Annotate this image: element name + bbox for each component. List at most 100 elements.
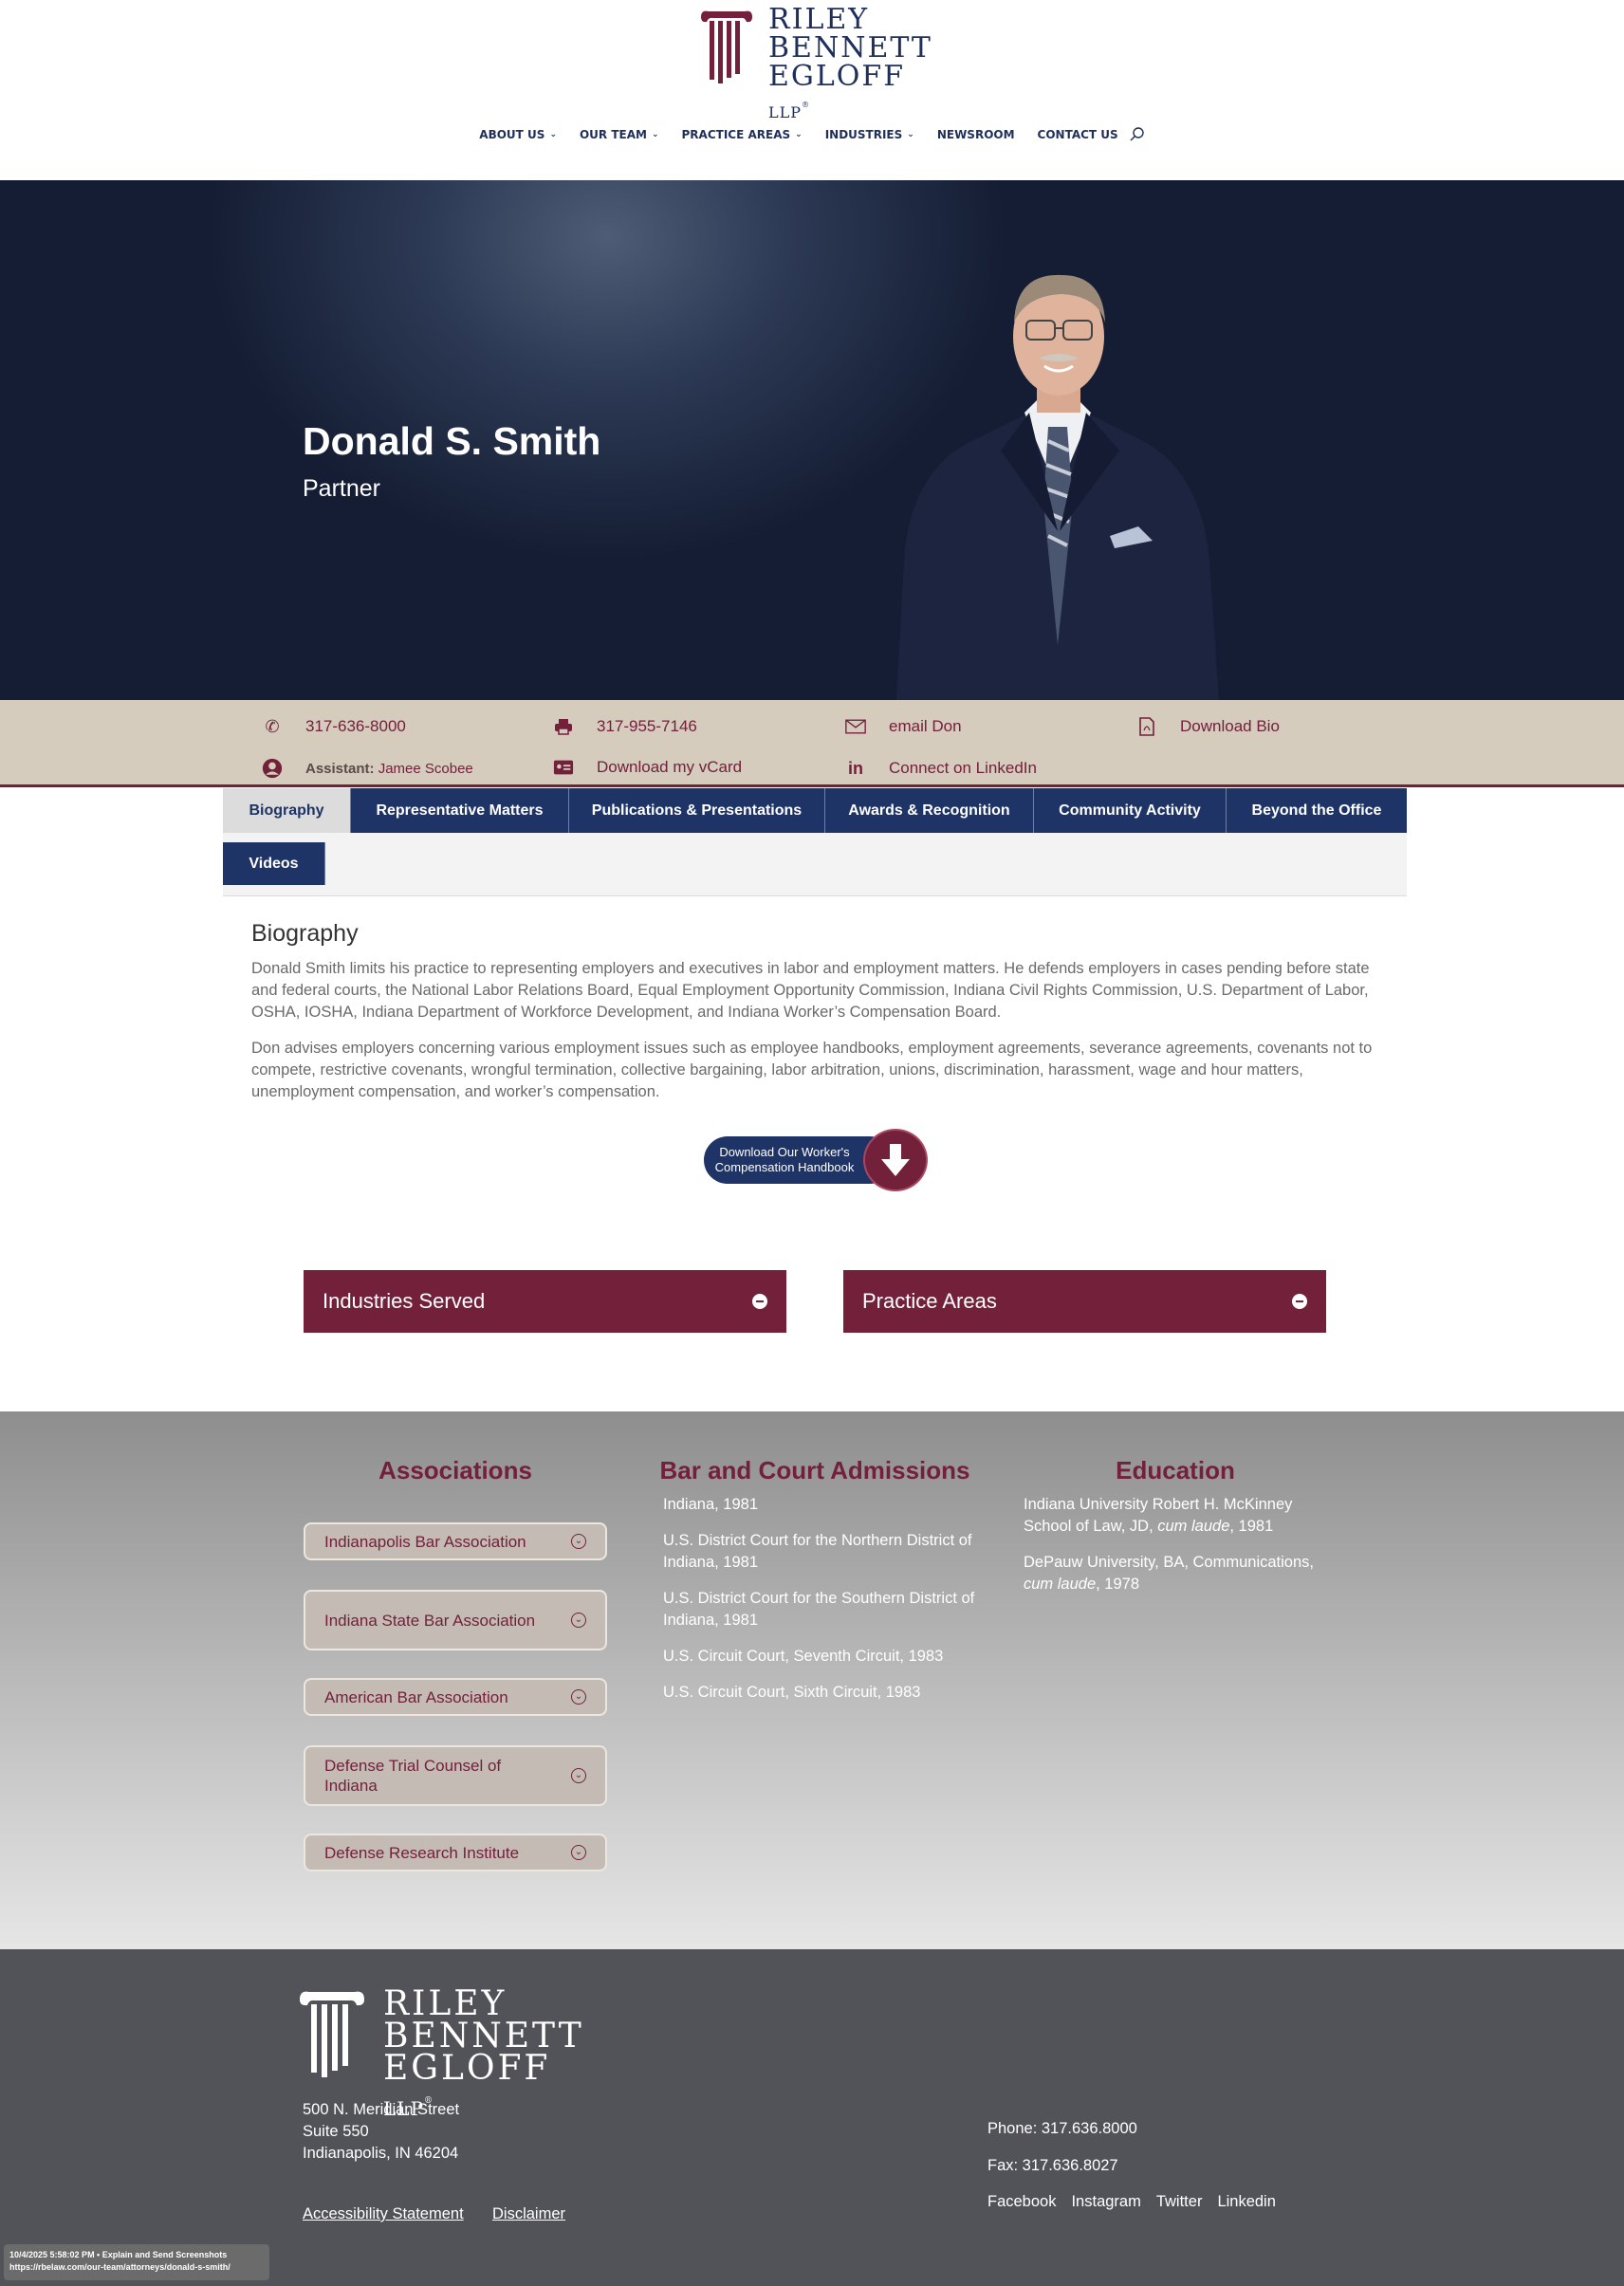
association-label: Defense Trial Counsel of Indiana: [324, 1757, 502, 1795]
tab-videos[interactable]: Videos: [223, 842, 325, 885]
address-line-2: Suite 550: [303, 2123, 369, 2140]
admissions-heading: Bar and Court Admissions: [659, 1456, 970, 1484]
tab-publications[interactable]: Publications & Presentations: [569, 788, 825, 833]
linkedin-icon: in: [848, 758, 863, 778]
biography-heading: Biography: [251, 920, 359, 947]
hero-banner: Donald S. Smith Partner: [0, 180, 1624, 700]
tab-community-activity[interactable]: Community Activity: [1034, 788, 1227, 833]
chevron-down-icon: ⌄: [907, 130, 914, 139]
handbook-line-1: Download Our Worker's: [719, 1145, 850, 1159]
pdf-file-icon: [1136, 716, 1157, 737]
tab-awards[interactable]: Awards & Recognition: [825, 788, 1034, 833]
accessibility-statement-link[interactable]: Accessibility Statement: [303, 2203, 464, 2225]
main-nav: ABOUT US ⌄ OUR TEAM ⌄ PRACTICE AREAS ⌄ INDU…: [0, 124, 1624, 145]
disclaimer-link[interactable]: Disclaimer: [492, 2203, 565, 2225]
admission-item: Indiana, 1981: [663, 1496, 759, 1513]
search-button[interactable]: [1130, 124, 1156, 145]
chevron-circle-icon: ⌄: [571, 1845, 586, 1860]
practice-areas-label: Practice Areas: [862, 1289, 997, 1313]
education-heading: Education: [1116, 1456, 1235, 1484]
footer-phone[interactable]: Phone: 317.636.8000: [987, 2118, 1137, 2140]
nav-label: NEWSROOM: [936, 128, 1015, 141]
tab-beyond-office[interactable]: Beyond the Office: [1227, 788, 1407, 833]
nav-newsroom[interactable]: NEWSROOM: [926, 124, 1026, 145]
minus-circle-icon: [1292, 1294, 1307, 1309]
practice-areas-toggle[interactable]: Practice Areas: [843, 1270, 1326, 1333]
email-link[interactable]: email Don: [845, 716, 962, 737]
linkedin-link[interactable]: in Connect on LinkedIn: [845, 758, 1037, 779]
search-icon: [1130, 127, 1144, 141]
association-item[interactable]: Indiana State Bar Association ⌄: [304, 1590, 607, 1650]
chevron-down-icon: ⌄: [795, 130, 803, 139]
association-label: American Bar Association: [324, 1687, 508, 1706]
email-text: email Don: [889, 717, 962, 735]
screenshot-stamp: 10/4/2025 5:58:02 PM • Explain and Send …: [4, 2244, 269, 2280]
biography-paragraph-2: Don advises employers concerning various…: [251, 1040, 1373, 1100]
attorney-name: Donald S. Smith: [303, 419, 601, 463]
user-circle-icon: [262, 758, 283, 779]
association-item[interactable]: American Bar Association ⌄: [304, 1678, 607, 1716]
social-links: Facebook Instagram Twitter Linkedin: [987, 2191, 1291, 2213]
association-item[interactable]: Defense Trial Counsel of Indiana ⌄: [304, 1745, 607, 1806]
nav-practice-areas[interactable]: PRACTICE AREAS ⌄: [671, 124, 814, 145]
phone-link[interactable]: ✆ 317-636-8000: [262, 716, 406, 737]
chevron-circle-icon: ⌄: [571, 1689, 586, 1705]
download-arrow-icon: [863, 1129, 928, 1191]
assistant-name[interactable]: Jamee Scobee: [378, 761, 473, 777]
chevron-down-icon: ⌄: [651, 130, 659, 139]
phone-icon: ✆: [265, 716, 280, 736]
education-text: DePauw University, BA, Communications,: [1024, 1554, 1314, 1571]
fax-number: 317-955-7146: [553, 716, 697, 737]
facebook-link[interactable]: Facebook: [987, 2193, 1056, 2210]
association-item[interactable]: Defense Research Institute ⌄: [304, 1834, 607, 1871]
download-bio-link[interactable]: Download Bio: [1136, 716, 1280, 737]
nav-industries[interactable]: INDUSTRIES ⌄: [814, 124, 926, 145]
chevron-circle-icon: ⌄: [571, 1613, 586, 1628]
chevron-down-icon: ⌄: [549, 130, 557, 139]
instagram-link[interactable]: Instagram: [1071, 2193, 1140, 2210]
association-label: Defense Research Institute: [324, 1843, 520, 1862]
education-item: Indiana University Robert H. McKinney Sc…: [1024, 1494, 1327, 1538]
printer-icon: [553, 716, 574, 737]
envelope-icon: [845, 716, 866, 737]
education-honors: cum laude: [1157, 1518, 1230, 1535]
bio-text: Download Bio: [1180, 717, 1280, 735]
vcard-text: Download my vCard: [597, 758, 743, 776]
address-line-1: 500 N. Meridian Street: [303, 2101, 460, 2118]
industries-served-toggle[interactable]: Industries Served: [304, 1270, 786, 1333]
handbook-download-button[interactable]: Download Our Worker's Compensation Handb…: [704, 1129, 928, 1191]
minus-circle-icon: [752, 1294, 767, 1309]
logo-suffix: LLP: [768, 103, 803, 121]
handbook-line-2: Compensation Handbook: [714, 1160, 855, 1174]
admission-item: U.S. Circuit Court, Seventh Circuit, 198…: [663, 1648, 944, 1665]
vcard-link[interactable]: Download my vCard: [553, 757, 742, 778]
association-item[interactable]: Indianapolis Bar Association ⌄: [304, 1522, 607, 1560]
site-logo[interactable]: RILEY BENNETT EGLOFF LLP®: [697, 6, 934, 121]
association-label: Indianapolis Bar Association: [324, 1532, 526, 1551]
nav-label: OUR TEAM: [579, 128, 647, 141]
logo-wordmark: RILEY BENNETT EGLOFF LLP®: [768, 6, 934, 127]
chevron-circle-icon: ⌄: [571, 1768, 586, 1783]
phone-number: 317-636-8000: [305, 717, 406, 735]
linkedin-footer-link[interactable]: Linkedin: [1217, 2193, 1275, 2210]
nav-our-team[interactable]: OUR TEAM ⌄: [568, 124, 671, 145]
twitter-link[interactable]: Twitter: [1156, 2193, 1203, 2210]
footer-logo[interactable]: RILEY BENNETT EGLOFF LLP®: [296, 1987, 581, 2120]
attorney-title: Partner: [303, 475, 380, 502]
nav-label: INDUSTRIES: [824, 128, 903, 141]
tab-biography[interactable]: Biography: [223, 788, 351, 833]
nav-contact-us[interactable]: CONTACT US: [1026, 124, 1130, 145]
address-line-3: Indianapolis, IN 46204: [303, 2145, 459, 2162]
stamp-line-2: https://rbelaw.com/our-team/attorneys/do…: [9, 2262, 231, 2272]
pillar-logo-icon: [300, 1991, 364, 2077]
nav-label: CONTACT US: [1037, 128, 1118, 141]
pillar-logo-icon: [701, 10, 752, 83]
tab-representative-matters[interactable]: Representative Matters: [351, 788, 569, 833]
nav-about-us[interactable]: ABOUT US ⌄: [468, 124, 568, 145]
education-year: , 1981: [1229, 1518, 1274, 1535]
associations-heading: Associations: [378, 1456, 532, 1484]
assistant-label: Assistant:: [305, 760, 375, 777]
stamp-line-1: 10/4/2025 5:58:02 PM • Explain and Send …: [9, 2250, 228, 2259]
attorney-portrait: [896, 274, 1219, 700]
nav-label: PRACTICE AREAS: [681, 128, 791, 141]
